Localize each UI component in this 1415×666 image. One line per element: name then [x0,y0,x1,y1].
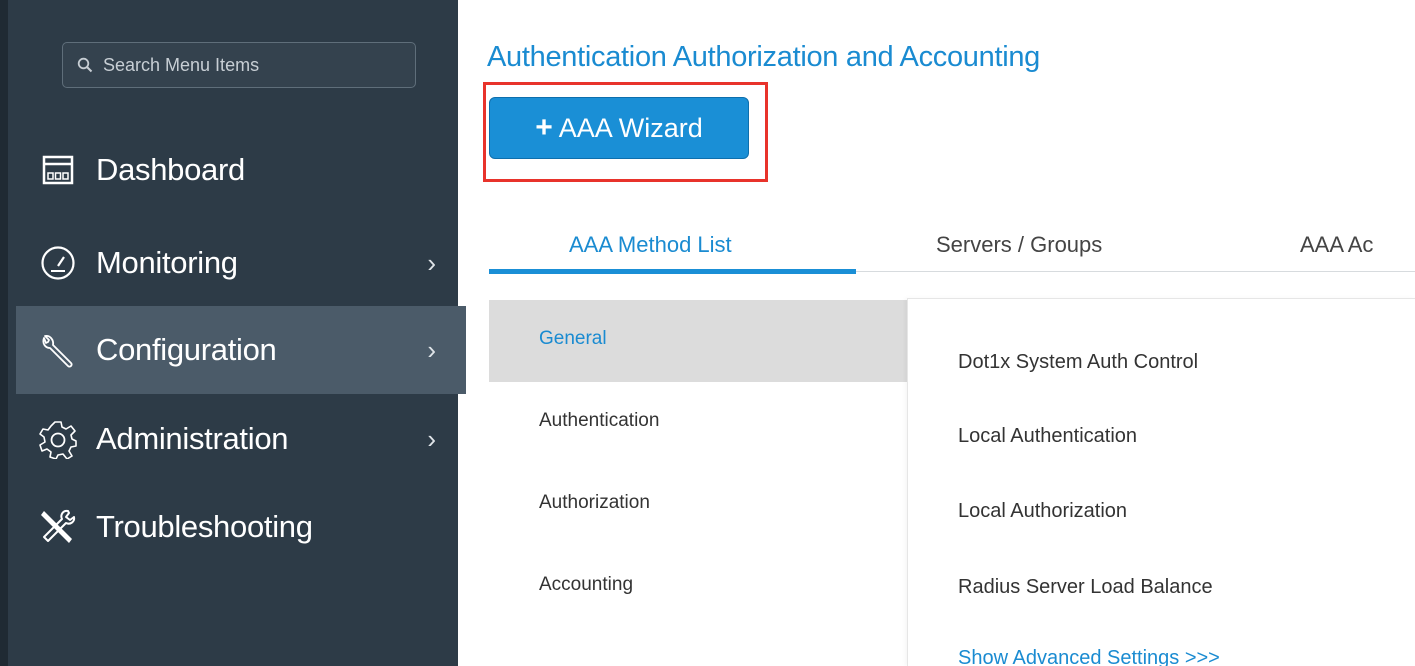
tab-aaa-advanced[interactable]: AAA Ac [1300,218,1373,272]
chevron-right-icon: › [427,423,436,454]
subnav-label: General [539,328,607,349]
subnav-label: Authorization [539,492,650,513]
tab-label: AAA Method List [569,232,732,257]
dashboard-icon [28,155,88,185]
subnav-item-authentication[interactable]: Authentication [489,382,907,464]
subnav-item-general[interactable]: General [489,300,907,382]
tab-bar: AAA Method List Servers / Groups AAA Ac [489,218,1415,274]
sidebar-item-administration[interactable]: Administration › [16,395,466,483]
sidebar-item-label: Troubleshooting [96,509,313,544]
search-icon [77,57,93,73]
search-box[interactable] [62,42,416,88]
sidebar-item-configuration[interactable]: Configuration › [16,306,466,394]
tab-aaa-method-list[interactable]: AAA Method List [569,218,732,272]
gauge-icon [28,245,88,281]
tab-label: AAA Ac [1300,232,1374,257]
gear-icon [28,419,88,459]
general-settings-panel: Dot1x System Auth Control Local Authenti… [907,298,1415,666]
search-input[interactable] [103,54,393,76]
show-advanced-settings-link[interactable]: Show Advanced Settings >>> [958,647,1220,666]
tab-label: Servers / Groups [936,232,1103,257]
sidebar: Dashboard Monitoring › Configuration › [0,0,466,666]
tools-icon [28,507,88,547]
setting-radius-server-load-balance: Radius Server Load Balance [958,576,1213,598]
setting-dot1x-system-auth-control: Dot1x System Auth Control [958,351,1199,373]
subnav-label: Authentication [539,410,660,431]
plus-icon: + [535,111,553,144]
tab-servers-groups[interactable]: Servers / Groups [936,218,1102,272]
active-tab-indicator [489,269,856,274]
sidebar-item-troubleshooting[interactable]: Troubleshooting [16,483,466,571]
subnav-label: Accounting [539,574,634,595]
sidebar-item-label: Administration [96,421,289,456]
subnav-item-authorization[interactable]: Authorization [489,464,907,546]
subnav-item-accounting[interactable]: Accounting [489,546,907,628]
sidebar-item-dashboard[interactable]: Dashboard [16,126,466,214]
sidebar-item-label: Dashboard [96,152,245,187]
sidebar-item-label: Configuration [96,332,277,367]
chevron-right-icon: › [427,247,436,278]
wrench-icon [28,330,88,370]
sidebar-item-label: Monitoring [96,245,238,280]
chevron-right-icon: › [427,334,436,365]
sidebar-item-monitoring[interactable]: Monitoring › [16,219,466,307]
aaa-wizard-button[interactable]: + AAA Wizard [489,97,749,159]
aaa-wizard-label: AAA Wizard [558,112,703,143]
page-title: Authentication Authorization and Account… [487,41,1041,73]
setting-local-authentication: Local Authentication [958,425,1138,447]
setting-local-authorization: Local Authorization [958,500,1128,522]
